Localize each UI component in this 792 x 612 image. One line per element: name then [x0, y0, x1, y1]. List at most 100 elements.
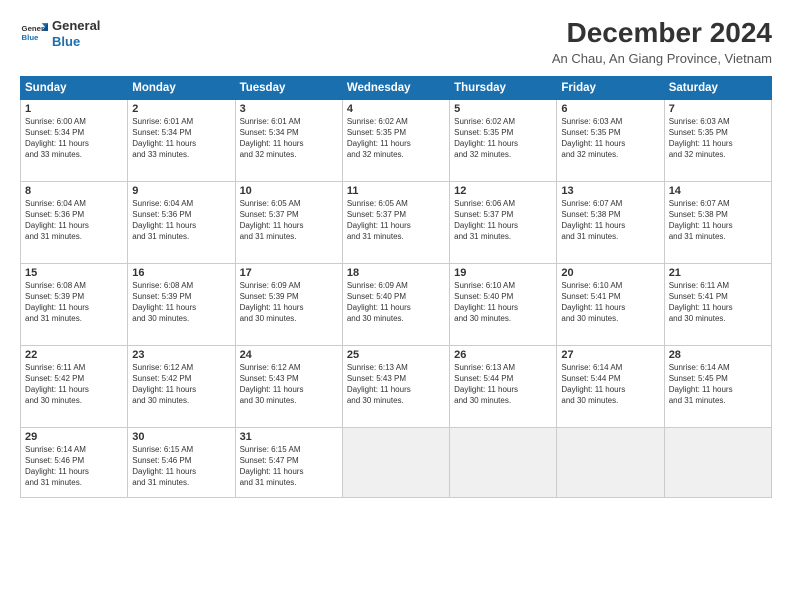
calendar-cell: 21Sunrise: 6:11 AM Sunset: 5:41 PM Dayli… [664, 263, 771, 345]
day-info: Sunrise: 6:07 AM Sunset: 5:38 PM Dayligh… [669, 198, 767, 243]
day-info: Sunrise: 6:04 AM Sunset: 5:36 PM Dayligh… [132, 198, 230, 243]
day-number: 7 [669, 103, 767, 115]
day-number: 27 [561, 349, 659, 361]
day-info: Sunrise: 6:02 AM Sunset: 5:35 PM Dayligh… [347, 116, 445, 161]
day-number: 13 [561, 185, 659, 197]
day-number: 24 [240, 349, 338, 361]
page-title: December 2024 [552, 18, 772, 49]
day-number: 1 [25, 103, 123, 115]
day-number: 12 [454, 185, 552, 197]
logo: General Blue General Blue [20, 18, 100, 49]
calendar-cell: 25Sunrise: 6:13 AM Sunset: 5:43 PM Dayli… [342, 345, 449, 427]
day-info: Sunrise: 6:02 AM Sunset: 5:35 PM Dayligh… [454, 116, 552, 161]
calendar-cell: 17Sunrise: 6:09 AM Sunset: 5:39 PM Dayli… [235, 263, 342, 345]
day-info: Sunrise: 6:15 AM Sunset: 5:46 PM Dayligh… [132, 444, 230, 489]
day-info: Sunrise: 6:08 AM Sunset: 5:39 PM Dayligh… [132, 280, 230, 325]
col-header-wednesday: Wednesday [342, 76, 449, 99]
title-block: December 2024 An Chau, An Giang Province… [552, 18, 772, 66]
day-info: Sunrise: 6:14 AM Sunset: 5:44 PM Dayligh… [561, 362, 659, 407]
day-number: 26 [454, 349, 552, 361]
calendar-cell: 24Sunrise: 6:12 AM Sunset: 5:43 PM Dayli… [235, 345, 342, 427]
day-info: Sunrise: 6:15 AM Sunset: 5:47 PM Dayligh… [240, 444, 338, 489]
calendar-cell: 15Sunrise: 6:08 AM Sunset: 5:39 PM Dayli… [21, 263, 128, 345]
col-header-friday: Friday [557, 76, 664, 99]
day-info: Sunrise: 6:11 AM Sunset: 5:42 PM Dayligh… [25, 362, 123, 407]
calendar-cell: 18Sunrise: 6:09 AM Sunset: 5:40 PM Dayli… [342, 263, 449, 345]
calendar-cell: 27Sunrise: 6:14 AM Sunset: 5:44 PM Dayli… [557, 345, 664, 427]
day-info: Sunrise: 6:13 AM Sunset: 5:44 PM Dayligh… [454, 362, 552, 407]
page-subtitle: An Chau, An Giang Province, Vietnam [552, 51, 772, 66]
calendar-cell: 10Sunrise: 6:05 AM Sunset: 5:37 PM Dayli… [235, 181, 342, 263]
day-number: 3 [240, 103, 338, 115]
calendar-cell: 8Sunrise: 6:04 AM Sunset: 5:36 PM Daylig… [21, 181, 128, 263]
calendar-cell: 4Sunrise: 6:02 AM Sunset: 5:35 PM Daylig… [342, 99, 449, 181]
calendar-cell: 3Sunrise: 6:01 AM Sunset: 5:34 PM Daylig… [235, 99, 342, 181]
day-info: Sunrise: 6:09 AM Sunset: 5:39 PM Dayligh… [240, 280, 338, 325]
day-number: 18 [347, 267, 445, 279]
day-info: Sunrise: 6:07 AM Sunset: 5:38 PM Dayligh… [561, 198, 659, 243]
calendar-cell: 20Sunrise: 6:10 AM Sunset: 5:41 PM Dayli… [557, 263, 664, 345]
col-header-sunday: Sunday [21, 76, 128, 99]
calendar-cell: 28Sunrise: 6:14 AM Sunset: 5:45 PM Dayli… [664, 345, 771, 427]
logo-icon: General Blue [20, 20, 48, 48]
calendar: SundayMondayTuesdayWednesdayThursdayFrid… [20, 76, 772, 498]
day-number: 2 [132, 103, 230, 115]
day-number: 11 [347, 185, 445, 197]
col-header-monday: Monday [128, 76, 235, 99]
day-number: 16 [132, 267, 230, 279]
day-number: 6 [561, 103, 659, 115]
day-info: Sunrise: 6:12 AM Sunset: 5:42 PM Dayligh… [132, 362, 230, 407]
day-number: 28 [669, 349, 767, 361]
calendar-cell: 11Sunrise: 6:05 AM Sunset: 5:37 PM Dayli… [342, 181, 449, 263]
calendar-cell [342, 427, 449, 497]
day-number: 31 [240, 431, 338, 443]
day-info: Sunrise: 6:04 AM Sunset: 5:36 PM Dayligh… [25, 198, 123, 243]
day-info: Sunrise: 6:03 AM Sunset: 5:35 PM Dayligh… [561, 116, 659, 161]
day-info: Sunrise: 6:10 AM Sunset: 5:41 PM Dayligh… [561, 280, 659, 325]
day-number: 17 [240, 267, 338, 279]
day-info: Sunrise: 6:13 AM Sunset: 5:43 PM Dayligh… [347, 362, 445, 407]
calendar-cell: 2Sunrise: 6:01 AM Sunset: 5:34 PM Daylig… [128, 99, 235, 181]
svg-text:Blue: Blue [22, 33, 40, 42]
day-number: 10 [240, 185, 338, 197]
day-info: Sunrise: 6:14 AM Sunset: 5:46 PM Dayligh… [25, 444, 123, 489]
calendar-cell [557, 427, 664, 497]
day-info: Sunrise: 6:09 AM Sunset: 5:40 PM Dayligh… [347, 280, 445, 325]
day-info: Sunrise: 6:05 AM Sunset: 5:37 PM Dayligh… [240, 198, 338, 243]
day-info: Sunrise: 6:11 AM Sunset: 5:41 PM Dayligh… [669, 280, 767, 325]
calendar-cell: 26Sunrise: 6:13 AM Sunset: 5:44 PM Dayli… [450, 345, 557, 427]
calendar-cell: 14Sunrise: 6:07 AM Sunset: 5:38 PM Dayli… [664, 181, 771, 263]
col-header-tuesday: Tuesday [235, 76, 342, 99]
day-number: 29 [25, 431, 123, 443]
day-info: Sunrise: 6:01 AM Sunset: 5:34 PM Dayligh… [132, 116, 230, 161]
calendar-cell: 5Sunrise: 6:02 AM Sunset: 5:35 PM Daylig… [450, 99, 557, 181]
header-row: SundayMondayTuesdayWednesdayThursdayFrid… [21, 76, 772, 99]
day-number: 14 [669, 185, 767, 197]
calendar-cell [450, 427, 557, 497]
col-header-thursday: Thursday [450, 76, 557, 99]
day-number: 8 [25, 185, 123, 197]
day-number: 30 [132, 431, 230, 443]
day-info: Sunrise: 6:08 AM Sunset: 5:39 PM Dayligh… [25, 280, 123, 325]
day-info: Sunrise: 6:03 AM Sunset: 5:35 PM Dayligh… [669, 116, 767, 161]
day-info: Sunrise: 6:05 AM Sunset: 5:37 PM Dayligh… [347, 198, 445, 243]
day-number: 22 [25, 349, 123, 361]
day-number: 25 [347, 349, 445, 361]
day-number: 21 [669, 267, 767, 279]
day-number: 9 [132, 185, 230, 197]
calendar-cell: 23Sunrise: 6:12 AM Sunset: 5:42 PM Dayli… [128, 345, 235, 427]
day-number: 19 [454, 267, 552, 279]
calendar-cell: 13Sunrise: 6:07 AM Sunset: 5:38 PM Dayli… [557, 181, 664, 263]
day-info: Sunrise: 6:00 AM Sunset: 5:34 PM Dayligh… [25, 116, 123, 161]
day-number: 15 [25, 267, 123, 279]
day-info: Sunrise: 6:10 AM Sunset: 5:40 PM Dayligh… [454, 280, 552, 325]
calendar-cell: 1Sunrise: 6:00 AM Sunset: 5:34 PM Daylig… [21, 99, 128, 181]
day-number: 4 [347, 103, 445, 115]
calendar-cell: 6Sunrise: 6:03 AM Sunset: 5:35 PM Daylig… [557, 99, 664, 181]
page: General Blue General Blue December 2024 … [0, 0, 792, 612]
calendar-cell: 16Sunrise: 6:08 AM Sunset: 5:39 PM Dayli… [128, 263, 235, 345]
calendar-cell: 9Sunrise: 6:04 AM Sunset: 5:36 PM Daylig… [128, 181, 235, 263]
logo-general: General [52, 18, 100, 34]
day-info: Sunrise: 6:12 AM Sunset: 5:43 PM Dayligh… [240, 362, 338, 407]
calendar-cell: 29Sunrise: 6:14 AM Sunset: 5:46 PM Dayli… [21, 427, 128, 497]
